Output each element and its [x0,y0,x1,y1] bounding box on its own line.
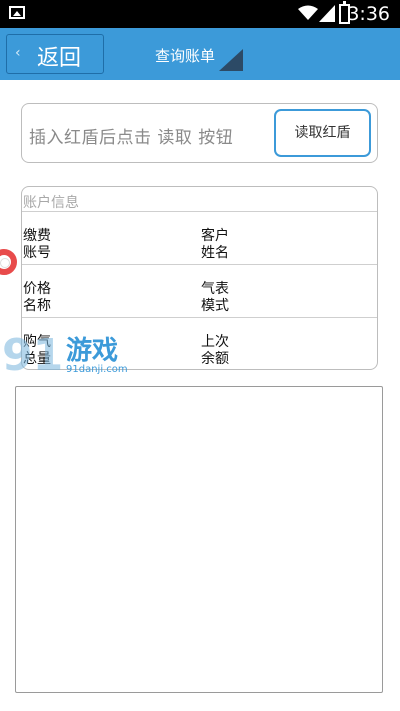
fee-account-label: 缴费 账号 [23,228,51,261]
signal-icon [319,5,335,22]
watermark-name: 游戏 [66,336,119,366]
lifebuoy-icon [0,249,17,275]
watermark-url: 91danji.com [66,364,128,375]
last-balance-label: 上次 余额 [201,334,229,367]
chevron-left-icon: ‹ [15,45,21,61]
divider [22,264,377,265]
title-bar: ‹ 返回 查询账单 [0,28,400,80]
section-title: 账户信息 [23,195,79,211]
wifi-icon [298,5,318,20]
divider [22,211,377,212]
meter-model-label: 气表 模式 [201,281,229,314]
reader-prompt: 插入红盾后点击 读取 按钮 [29,128,234,148]
dropdown-triangle-icon[interactable] [219,49,243,71]
status-time: 3:36 [347,3,390,25]
price-name-label: 价格 名称 [23,281,51,314]
read-shield-button[interactable]: 读取红盾 [274,109,371,157]
customer-name-label: 客户 姓名 [201,228,229,261]
page-title[interactable]: 查询账单 [155,45,215,66]
result-area[interactable] [15,386,383,693]
image-icon [9,6,25,19]
back-button[interactable]: ‹ 返回 [6,34,104,74]
divider [22,317,377,318]
back-button-label: 返回 [37,46,82,71]
status-bar: 3:36 [0,0,400,28]
watermark-number: 91 [2,330,64,381]
reader-panel: 插入红盾后点击 读取 按钮 读取红盾 [21,103,378,163]
